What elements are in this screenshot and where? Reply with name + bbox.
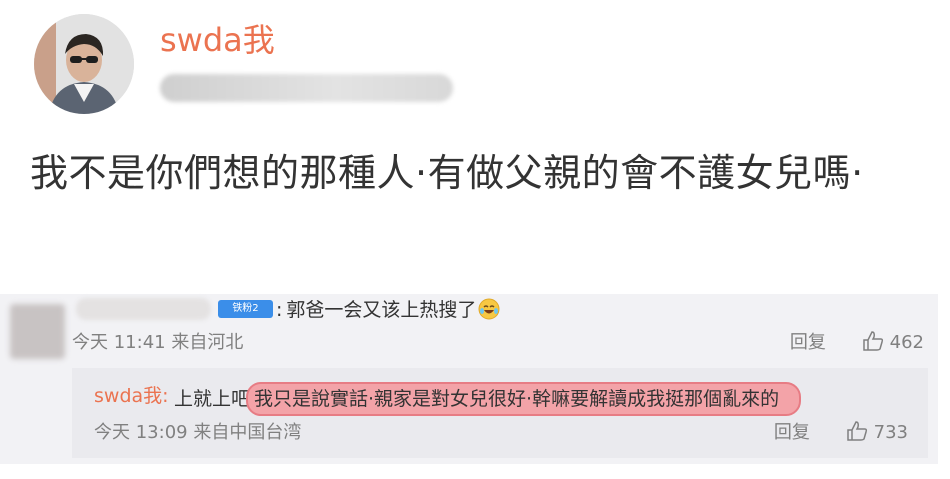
- thumbs-up-icon: [862, 331, 883, 351]
- fan-badge-label: 铁粉2: [232, 303, 259, 314]
- commenter-name-redacted: [76, 298, 211, 320]
- comment-body: 郭爸一会又该上热搜了: [286, 299, 477, 321]
- reply-time: 今天 13:09: [94, 422, 188, 443]
- reply-reply-button[interactable]: 回复: [774, 422, 810, 443]
- reply-box: swda我: 上就上吧 我只是說實話‧親家是對女兒很好‧幹嘛要解讀成我挺那個亂來的…: [72, 368, 928, 458]
- poster-avatar[interactable]: [34, 14, 134, 114]
- comment-text: : 郭爸一会又该上热搜了: [276, 296, 500, 324]
- reply-like-count: 733: [873, 422, 908, 443]
- post-text: 我不是你們想的那種人·有做父親的會不護女兒嗎·: [30, 151, 864, 195]
- poster-username[interactable]: swda我: [160, 20, 275, 60]
- reply-username[interactable]: swda我:: [94, 382, 169, 410]
- reply-actions: 回复 733: [774, 420, 908, 446]
- reply-highlight: 我只是說實話‧親家是對女兒很好‧幹嘛要解讀成我挺那個亂來的: [246, 382, 802, 416]
- reply-text-prefix: 上就上吧: [174, 388, 251, 410]
- thumbs-up-icon: [846, 421, 867, 441]
- comment-actions: 回复 462: [790, 330, 924, 356]
- post-meta-redacted: [160, 74, 453, 102]
- comment-location: 来自河北: [171, 332, 244, 353]
- commenter-avatar[interactable]: [10, 304, 65, 359]
- comment-section: 铁粉2 : 郭爸一会又该上热搜了 今天 11:41 来自河北 回复 462 swd…: [0, 294, 938, 464]
- reply-text: 上就上吧 我只是說實話‧親家是對女兒很好‧幹嘛要解讀成我挺那個亂來的: [174, 382, 802, 416]
- reply-location: 来自中国台湾: [193, 422, 302, 443]
- laugh-cry-icon: [478, 298, 500, 320]
- comment-like-button[interactable]: 462: [862, 331, 924, 353]
- comment-like-count: 462: [889, 332, 924, 353]
- comment-time: 今天 11:41: [72, 332, 166, 353]
- reply-meta: 今天 13:09 来自中国台湾: [94, 420, 301, 446]
- reply-like-button[interactable]: 733: [846, 421, 908, 443]
- fan-badge: 铁粉2: [218, 300, 273, 318]
- comment-reply-button[interactable]: 回复: [790, 332, 826, 353]
- comment-meta: 今天 11:41 来自河北: [72, 330, 243, 356]
